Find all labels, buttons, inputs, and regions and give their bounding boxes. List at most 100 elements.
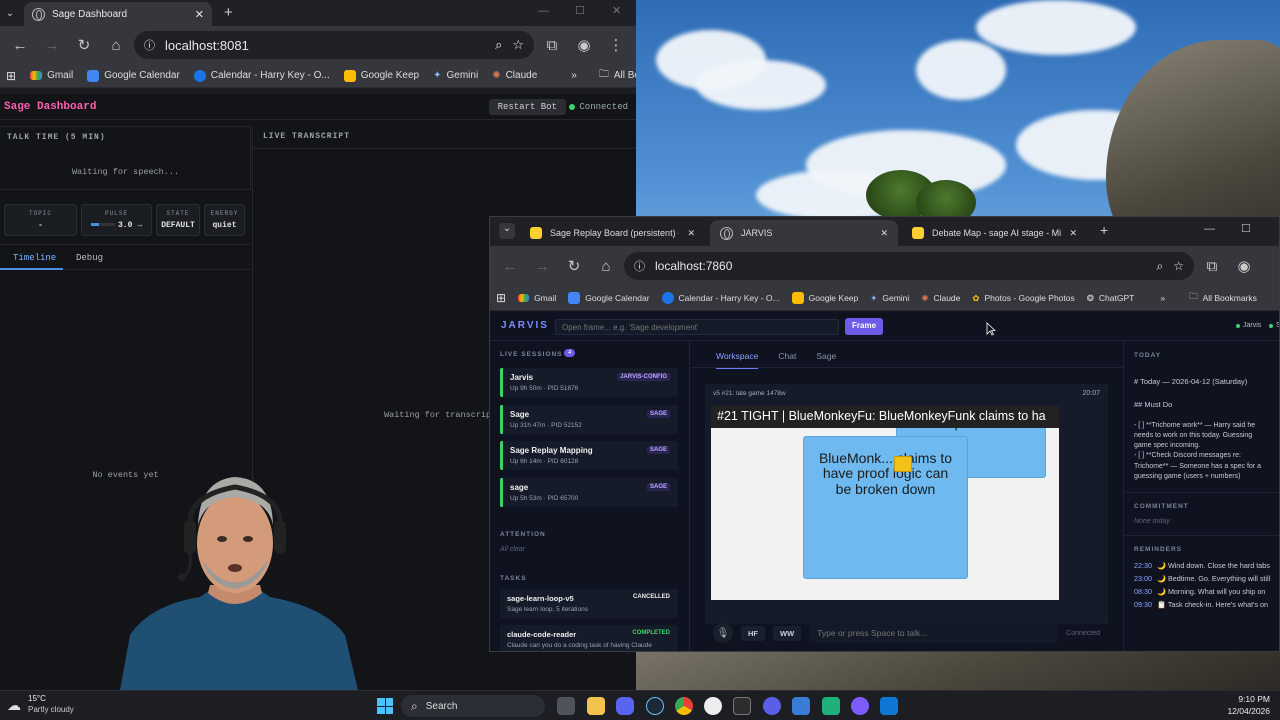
app-icon[interactable]: [822, 697, 840, 715]
zoom-icon[interactable]: ⌕: [495, 37, 502, 53]
apps-icon[interactable]: ⊞: [6, 69, 16, 83]
reload-icon[interactable]: ↻: [560, 252, 588, 280]
session-item[interactable]: Jarvis Up 9h 50m · PID 51876 JARVIS-CONFIG: [500, 368, 678, 397]
restart-bot-button[interactable]: Restart Bot: [488, 99, 566, 115]
close-window-button[interactable]: ✕: [612, 4, 621, 17]
app-icon[interactable]: [763, 697, 781, 715]
task-item[interactable]: sage-learn-loop-v5 Sage learn loop, 5 ite…: [500, 589, 678, 618]
talk-input[interactable]: [809, 623, 1059, 643]
close-tab-icon[interactable]: ✕: [1069, 228, 1077, 239]
menu-icon[interactable]: ⋮: [602, 31, 630, 59]
extensions-icon[interactable]: ⧉: [538, 31, 566, 59]
comment-icon: [894, 456, 912, 472]
maximize-button[interactable]: ☐: [575, 4, 585, 17]
reminder-item[interactable]: 23:00 🌙 Bedtime. Go. Everything will stil…: [1134, 574, 1271, 583]
profile-icon[interactable]: ◉: [1230, 252, 1258, 280]
forward-icon[interactable]: →: [38, 31, 66, 59]
bookmark-outlook-calendar[interactable]: Calendar - Harry Key - O...: [661, 292, 780, 304]
zoom-icon[interactable]: ⌕: [1157, 259, 1164, 274]
site-info-icon[interactable]: ⓘ: [144, 37, 155, 53]
weather-icon[interactable]: ☁: [7, 697, 21, 714]
must-do-heading: ## Must Do: [1134, 400, 1173, 409]
site-info-icon[interactable]: ⓘ: [634, 258, 645, 274]
task-item[interactable]: claude-code-reader Claude can you do a co…: [500, 625, 678, 651]
bookmark-google-keep[interactable]: Google Keep: [791, 292, 858, 304]
address-bar[interactable]: ⓘ localhost:7860 ⌕ ☆: [624, 252, 1194, 280]
tab-sage-dashboard[interactable]: Sage Dashboard ✕: [24, 2, 212, 26]
live-transcript-divider: [253, 148, 636, 149]
tab-jarvis[interactable]: JARVIS ✕: [710, 220, 898, 246]
tab-miro-replay[interactable]: Sage Replay Board (persistent) - Miro ✕: [520, 220, 705, 246]
all-bookmarks-folder[interactable]: 🗀All Bookmarks: [1189, 291, 1257, 305]
back-icon[interactable]: ←: [6, 31, 34, 59]
bookmark-outlook-calendar[interactable]: Calendar - Harry Key - O...: [193, 69, 330, 82]
tab-debug[interactable]: Debug: [76, 253, 103, 263]
status-dot: [569, 104, 576, 110]
claude-icon: ✺: [921, 292, 929, 303]
more-bookmarks-icon[interactable]: »: [571, 70, 577, 81]
tab-search-icon[interactable]: ⌄: [0, 0, 20, 27]
app-icon[interactable]: [704, 697, 722, 715]
bookmark-gemini[interactable]: ✦ Gemini: [870, 293, 909, 304]
outlook-icon[interactable]: [880, 697, 898, 715]
home-icon[interactable]: ⌂: [102, 31, 130, 59]
close-tab-icon[interactable]: ✕: [195, 8, 204, 21]
tab-timeline[interactable]: Timeline: [13, 253, 56, 263]
reload-icon[interactable]: ↻: [70, 31, 98, 59]
windows-start-icon[interactable]: [377, 698, 393, 714]
bookmark-google-calendar[interactable]: Google Calendar: [87, 69, 180, 82]
reminder-item[interactable]: 08:30 🌙 Morning. What will you ship on: [1134, 587, 1271, 596]
tab-search-icon[interactable]: ⌄: [499, 223, 515, 239]
bookmark-claude[interactable]: ✺ Claude: [492, 70, 537, 81]
app-icon[interactable]: [851, 697, 869, 715]
new-tab-button[interactable]: +: [1100, 222, 1108, 238]
notes-icon[interactable]: [792, 697, 810, 715]
forward-icon[interactable]: →: [528, 252, 556, 280]
microphone-icon[interactable]: 🎙: [713, 623, 733, 643]
bookmark-claude[interactable]: ✺ Claude: [921, 293, 960, 304]
bookmark-google-keep[interactable]: Google Keep: [343, 69, 419, 82]
bookmark-chatgpt[interactable]: ❂ ChatGPT: [1087, 293, 1135, 304]
tab-miro-debate[interactable]: Debate Map - sage AI stage - Miro ✕: [902, 220, 1087, 246]
extensions-icon[interactable]: ⧉: [1198, 252, 1226, 280]
bookmark-star-icon[interactable]: ☆: [1173, 259, 1184, 273]
close-tab-icon[interactable]: ✕: [880, 228, 888, 239]
taskbar-search[interactable]: ⌕ Search: [401, 695, 545, 717]
chrome-icon[interactable]: [675, 697, 693, 715]
browser-toolbar: ← → ↻ ⌂ ⓘ localhost:7860 ⌕ ☆ ⧉ ◉: [490, 246, 1279, 286]
hf-button[interactable]: HF: [741, 625, 765, 641]
bookmark-google-calendar[interactable]: Google Calendar: [568, 292, 650, 304]
reminder-item[interactable]: 09:30 📋 Task check-in. Here's what's on: [1134, 600, 1271, 609]
new-tab-button[interactable]: +: [224, 4, 233, 21]
bookmark-gmail[interactable]: Gmail: [30, 70, 73, 81]
task-view-icon[interactable]: [557, 697, 575, 715]
bookmark-gmail[interactable]: Gmail: [518, 293, 556, 303]
reminder-item[interactable]: 22:30 🌙 Wind down. Close the hard tabs: [1134, 561, 1271, 570]
bookmark-gemini[interactable]: ✦ Gemini: [433, 70, 478, 81]
home-icon[interactable]: ⌂: [592, 252, 620, 280]
frame-button[interactable]: Frame: [845, 318, 884, 335]
close-tab-icon[interactable]: ✕: [687, 228, 695, 239]
back-icon[interactable]: ←: [496, 252, 524, 280]
ww-button[interactable]: WW: [773, 625, 802, 641]
file-explorer-icon[interactable]: [587, 697, 605, 715]
profile-icon[interactable]: ◉: [570, 31, 598, 59]
steam-icon[interactable]: [646, 697, 664, 715]
frame-card[interactable]: v5 #21: late game 1478w 20:07 equal two …: [705, 384, 1108, 624]
more-bookmarks-icon[interactable]: »: [1160, 293, 1165, 303]
session-item[interactable]: Sage Up 31h 47m · PID 52152 SAGE: [500, 405, 678, 434]
open-frame-input[interactable]: [555, 319, 839, 335]
minimize-button[interactable]: —: [538, 5, 549, 17]
bookmark-google-photos[interactable]: ✿ Photos - Google Photos: [972, 293, 1074, 304]
bookmark-star-icon[interactable]: ☆: [512, 37, 524, 53]
maximize-button[interactable]: ☐: [1241, 222, 1251, 235]
divider: [1124, 534, 1279, 536]
discord-icon[interactable]: [616, 697, 634, 715]
session-item[interactable]: sage Up 5h 53m · PID 65700 SAGE: [500, 478, 678, 507]
address-bar[interactable]: ⓘ localhost:8081 ⌕ ☆: [134, 31, 534, 59]
session-item[interactable]: Sage Replay Mapping Up 6h 14m · PID 60128…: [500, 441, 678, 470]
terminal-icon[interactable]: [733, 697, 751, 715]
all-bookmarks-folder[interactable]: 🗀All Bookmarks: [599, 67, 636, 84]
minimize-button[interactable]: —: [1204, 223, 1215, 235]
apps-icon[interactable]: ⊞: [496, 291, 506, 305]
